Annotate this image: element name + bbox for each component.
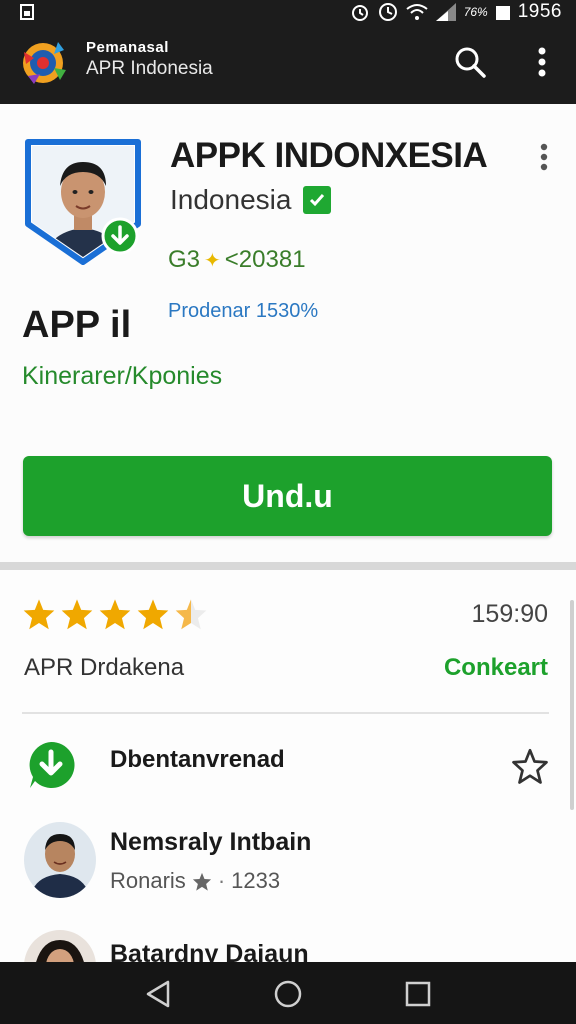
signal-icon	[435, 3, 456, 21]
list-item-label: Dbentanvrenad	[110, 746, 285, 773]
star-outline-icon[interactable]	[512, 748, 548, 784]
meta-prefix: Ronaris	[110, 868, 186, 893]
network-label: 76%	[463, 5, 488, 19]
rating-stars	[22, 598, 208, 630]
star-icon	[99, 599, 131, 630]
download-chat-icon	[29, 741, 75, 788]
avatar	[24, 930, 96, 962]
wifi-icon	[406, 4, 428, 20]
overflow-menu-icon[interactable]	[526, 44, 558, 80]
list-item[interactable]: Dbentanvrenad	[0, 734, 576, 804]
star-icon	[137, 599, 169, 630]
ratings-card: 159:90 APR Drdakena Conkeart Dbentanvren…	[0, 570, 576, 962]
avatar	[24, 822, 96, 898]
status-bar: 76% 1956	[0, 0, 576, 24]
stats-value: <20381	[224, 246, 306, 273]
star-icon	[23, 599, 55, 630]
alarm-icon	[351, 5, 368, 21]
app-bar: Pemanasal APR Indonesia	[0, 24, 576, 104]
reviews-label: APR Drdakena	[24, 654, 185, 681]
app-avatar	[25, 139, 141, 265]
list-item[interactable]: Batardny Daiaun	[0, 926, 576, 962]
rating-value: 159:90	[471, 600, 548, 628]
install-button[interactable]: Und.u	[23, 456, 552, 536]
promo-text: Prodenar 1530%	[168, 300, 319, 322]
star-icon	[61, 599, 93, 630]
small-star-icon	[192, 872, 211, 891]
list-item-meta: Ronaris · 1233	[110, 868, 281, 893]
section-divider	[0, 562, 576, 570]
clock-icon	[378, 3, 397, 21]
country-label: Indonesia	[170, 184, 292, 215]
app-bar-title: APR Indonesia	[86, 58, 213, 79]
app-stats: G3 ✦ <20381	[168, 246, 306, 274]
verified-check-icon	[303, 186, 332, 214]
system-nav-bar	[0, 962, 576, 1024]
list-item-name: Nemsraly Intbain	[110, 828, 312, 856]
card-overflow-icon[interactable]	[534, 142, 554, 172]
list-item-name: Batardny Daiaun	[110, 940, 309, 962]
app-logo-icon	[23, 42, 66, 84]
back-icon[interactable]	[140, 976, 176, 1012]
app-category-link[interactable]: Kinerarer/Kponies	[22, 362, 222, 391]
search-icon[interactable]	[452, 44, 488, 80]
list-divider	[22, 712, 549, 714]
app-short-name: APP il	[22, 304, 132, 346]
app-detail-card: APPK INDONXESIA Indonesia G3 ✦ <20381 Pr…	[0, 104, 576, 562]
app-bar-subtitle: Pemanasal	[86, 39, 169, 56]
stats-label: G3	[168, 246, 201, 273]
scrollbar[interactable]	[570, 600, 574, 810]
reviews-link[interactable]: Conkeart	[444, 654, 548, 682]
status-time: 1956	[517, 1, 562, 22]
meta-value: 1233	[231, 868, 281, 893]
sparkle-icon: ✦	[204, 249, 221, 272]
recents-icon[interactable]	[400, 976, 436, 1012]
star-half-icon	[175, 599, 207, 630]
battery-icon	[495, 6, 510, 20]
app-country: Indonesia	[170, 184, 332, 216]
notification-icon	[20, 4, 34, 20]
app-title: APPK INDONXESIA	[170, 136, 488, 175]
home-icon[interactable]	[270, 976, 306, 1012]
list-item[interactable]: Nemsraly Intbain Ronaris · 1233	[0, 818, 576, 908]
